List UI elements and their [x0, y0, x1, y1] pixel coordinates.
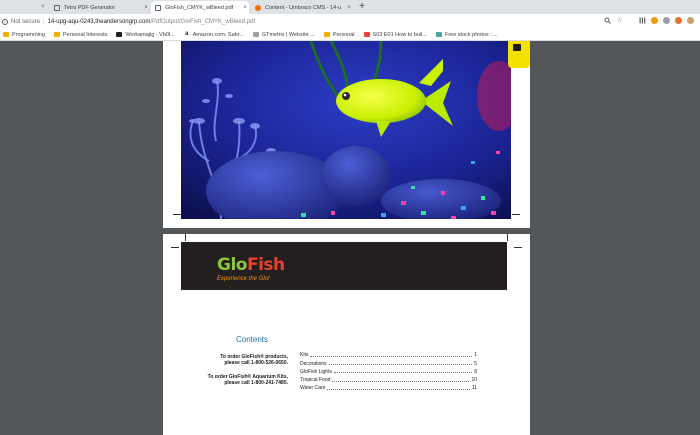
- toc-leader: [327, 388, 470, 390]
- pdf-page-1: [163, 41, 530, 228]
- crop-mark: [185, 234, 186, 241]
- aquarium-photo: [181, 41, 511, 219]
- contents-heading: Contents: [236, 335, 269, 344]
- address-bar[interactable]: i Not secure | 14-upg-aqu-0243.theanders…: [0, 15, 640, 28]
- close-icon[interactable]: ×: [241, 5, 249, 11]
- toc-label: GloFish Lights: [300, 368, 332, 375]
- url-host: 14-upg-aqu-0243.theandersongrp.com: [47, 18, 151, 25]
- tab-tetra-pdf-generator[interactable]: Tetra PDF Generator ×: [50, 1, 150, 14]
- url-path: /PdfOutput/GloFish_CMYK_wBleed.pdf: [150, 18, 256, 25]
- tab-umbraco-cms[interactable]: Content - Umbraco CMS - 14-u ×: [251, 1, 353, 14]
- toc-label: Kits: [300, 352, 309, 359]
- security-label: Not secure: [11, 18, 41, 25]
- document-icon: [54, 4, 60, 11]
- bookmark-workamajig[interactable]: Workamajig - Vb0l...: [116, 31, 175, 38]
- toc-leader: [332, 380, 470, 382]
- toc-page: 11: [471, 385, 477, 392]
- new-tab-button[interactable]: +: [356, 1, 368, 13]
- yellow-page-tab: [508, 41, 530, 68]
- table-of-contents: Kits 1 Decorations 5 GloFish Lights 8 Tropi…: [300, 350, 477, 391]
- logo-fish: Fish: [246, 255, 285, 275]
- info-icon[interactable]: i: [2, 18, 8, 25]
- pexels-icon: [435, 32, 442, 37]
- bookmark-free-stock-photos[interactable]: Free stock photos : ...: [435, 31, 498, 38]
- crop-mark: [171, 247, 179, 248]
- tab-marker: [513, 44, 521, 51]
- toc-page: 8: [474, 368, 477, 375]
- bookmark-programming[interactable]: Programming: [3, 32, 45, 38]
- toc-row: Decorations 5: [300, 358, 477, 367]
- tab-title: GloFish_CMYK_wBleed.pdf: [165, 4, 234, 11]
- glofish-logo: GloFish: [217, 255, 285, 275]
- logo-tagline: Experience the Glo!: [217, 276, 270, 282]
- folder-icon: [323, 32, 330, 37]
- bookmark-label: S03 E01 How to buil...: [372, 31, 427, 38]
- toc-leader: [310, 355, 473, 357]
- bookmark-label: Free stock photos : ...: [444, 31, 498, 38]
- toc-page: 5: [474, 360, 477, 367]
- bookmarks-bar: Programming Personal Interests Workamaji…: [0, 29, 700, 41]
- bookmark-label: Personal: [332, 31, 355, 38]
- toc-page: 1: [474, 352, 477, 359]
- amazon-icon: a: [183, 31, 190, 37]
- library-icon[interactable]: [639, 17, 646, 24]
- logo-glo: Glo: [217, 255, 247, 275]
- folder-icon: [3, 32, 9, 37]
- order-kits-text: To order GloFish® Aquarium Kits, please …: [163, 374, 288, 386]
- pdf-viewer[interactable]: GloFish Experience the Glo! Contents To …: [0, 41, 700, 435]
- bookmark-label: Programming: [12, 31, 46, 38]
- toc-leader: [328, 364, 473, 366]
- bookmark-personal-interests[interactable]: Personal Interests: [54, 32, 107, 38]
- browser-toolbar: i Not secure | 14-upg-aqu-0243.theanders…: [0, 14, 700, 29]
- extension-icon[interactable]: [651, 17, 658, 24]
- extension-icon[interactable]: [675, 17, 682, 24]
- bookmark-amazon[interactable]: a Amazon.com: Sabr...: [183, 31, 244, 38]
- toolbar-icons: ☆: [604, 17, 694, 24]
- toc-label: Tropical Food: [300, 377, 331, 384]
- extension-icon[interactable]: [663, 17, 670, 24]
- gtmetrix-icon: [252, 32, 259, 37]
- order-line: please call 1-800-241-7485.: [224, 380, 288, 386]
- toc-label: Decorations: [300, 360, 327, 367]
- youtube-icon: [363, 32, 370, 37]
- bookmark-label: Workamajig - Vb0l...: [125, 31, 175, 38]
- bookmark-gtmetrix[interactable]: GTmetrix | Website ...: [252, 31, 315, 38]
- close-icon[interactable]: ×: [345, 5, 353, 11]
- document-icon: [155, 4, 161, 11]
- crop-mark: [514, 247, 522, 248]
- tab-glofish-pdf[interactable]: GloFish_CMYK_wBleed.pdf ×: [151, 1, 249, 14]
- toc-leader: [333, 372, 473, 374]
- search-icon[interactable]: [604, 17, 611, 24]
- toc-page: 10: [471, 377, 477, 384]
- bookmark-youtube[interactable]: S03 E01 How to buil...: [363, 31, 427, 38]
- close-icon[interactable]: ×: [142, 5, 150, 11]
- crop-mark: [512, 214, 520, 215]
- crop-mark: [507, 234, 508, 241]
- bookmark-label: Personal Interests: [63, 31, 108, 38]
- workamajig-icon: [116, 32, 123, 37]
- tab-title: Content - Umbraco CMS - 14-u: [265, 4, 342, 11]
- toc-row: GloFish Lights 8: [300, 367, 477, 375]
- order-products-text: To order GloFish® products, please call …: [163, 354, 288, 366]
- bookmark-label: GTmetrix | Website ...: [261, 31, 315, 38]
- toc-row: Kits 1: [300, 350, 477, 358]
- glofish-banner: GloFish Experience the Glo!: [181, 242, 507, 290]
- close-icon[interactable]: ×: [41, 1, 45, 13]
- order-line: please call 1-800-526-0650.: [224, 360, 288, 366]
- account-icon[interactable]: [687, 17, 694, 24]
- toc-row: Tropical Food 10: [300, 375, 477, 383]
- folder-icon: [54, 32, 61, 37]
- separator: |: [43, 18, 45, 25]
- tab-strip: × Tetra PDF Generator × GloFish_CMYK_wBl…: [0, 0, 700, 14]
- bookmark-label: Amazon.com: Sabr...: [192, 31, 244, 38]
- toc-label: Water Care: [300, 385, 326, 392]
- pdf-page-2: GloFish Experience the Glo! Contents To …: [163, 234, 530, 435]
- umbraco-icon: [255, 4, 261, 11]
- tab-title: Tetra PDF Generator: [64, 4, 116, 11]
- star-icon[interactable]: ☆: [616, 17, 623, 24]
- bookmark-personal[interactable]: Personal: [323, 31, 355, 38]
- toc-row: Water Care 11: [300, 383, 477, 391]
- crop-mark: [173, 214, 181, 215]
